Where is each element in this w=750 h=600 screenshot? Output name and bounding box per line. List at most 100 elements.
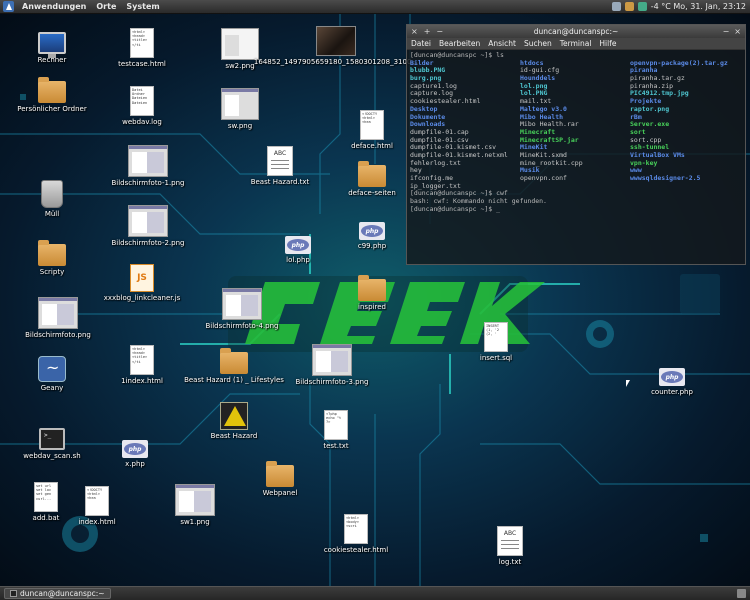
folder-icon [358, 161, 386, 187]
php-file-icon: php [359, 222, 385, 240]
desktop-icon-home-folder[interactable]: Persönlicher Ordner [14, 76, 90, 114]
desktop-icon-bildschirmfoto-1[interactable]: Bildschirmfoto-1.png [110, 145, 186, 188]
top-panel: Anwendungen Orte System -4 °C Mo, 31. Ja… [0, 0, 750, 14]
menu-applications[interactable]: Anwendungen [17, 2, 91, 11]
ls-entry: Server.exe [630, 120, 670, 129]
window-menu-icon[interactable]: × [411, 27, 418, 36]
desktop-icon-deface-html[interactable]: <!DOCTY <html> <hea deface.html [334, 110, 410, 151]
desktop-icon-bildschirmfoto[interactable]: Bildschirmfoto.png [20, 297, 96, 340]
image-thumbnail-icon [128, 145, 168, 177]
shell-script-icon: >_ [39, 428, 65, 450]
desktop-icon-bildschirmfoto-3[interactable]: Bildschirmfoto-3.png [294, 344, 370, 387]
image-thumbnail-icon [38, 297, 78, 329]
menu-hilfe[interactable]: Hilfe [595, 39, 620, 48]
maximize-plus-icon[interactable]: + [424, 27, 431, 36]
image-thumbnail-icon [222, 288, 262, 320]
system-tray: -4 °C Mo, 31. Jan, 23:12 [611, 2, 750, 11]
ls-entry: openvpn.conf [520, 174, 567, 182]
terminal-prompt-line: [duncan@duncanspc ~]$ ls [410, 51, 504, 59]
menu-suchen[interactable]: Suchen [520, 39, 556, 48]
menu-bearbeiten[interactable]: Bearbeiten [435, 39, 484, 48]
ls-entry: wwwsqldesigner-2.5 [630, 174, 701, 182]
terminal-title: duncan@duncanspc:~ [533, 27, 619, 36]
menu-places[interactable]: Orte [91, 2, 121, 11]
minimize-minus-icon[interactable]: − [436, 27, 443, 36]
desktop-icon-bildschirmfoto-2[interactable]: Bildschirmfoto-2.png [110, 205, 186, 248]
terminal-output[interactable]: [duncan@duncanspc ~]$ ls Bilder blubb.PNG… [407, 50, 745, 264]
panel-trash-icon[interactable] [737, 589, 746, 598]
desktop-icon-trash[interactable]: Müll [14, 180, 90, 219]
terminal-titlebar[interactable]: × + − duncan@duncanspc:~ − × [407, 25, 745, 38]
php-file-icon: php [285, 236, 311, 254]
folder-icon [266, 461, 294, 487]
taskbar-terminal-button[interactable]: duncan@duncanspc:~ [4, 588, 111, 599]
folder-icon [358, 275, 386, 301]
desktop-icon-testcase[interactable]: <html> <head> <title> </ti testcase.html [104, 28, 180, 69]
desktop-icon-index[interactable]: <!DOCTY <html> <hea index.html [59, 486, 135, 527]
geany-app-icon [38, 356, 66, 382]
network-icon[interactable] [611, 2, 621, 11]
html-file-icon: <html> <head> <title> </ti [130, 28, 154, 58]
text-file-icon: ABC [497, 526, 523, 556]
close-icon[interactable]: × [734, 27, 741, 36]
desktop-icon-webdav-scan[interactable]: >_ webdav_scan.sh [14, 422, 90, 461]
desktop-icon-sw1[interactable]: sw1.png [157, 484, 233, 527]
computer-icon [38, 32, 66, 58]
desktop-icon-xxxblog-js[interactable]: JS xxxblog_linkcleaner.js [104, 264, 180, 303]
desktop-icon-inspired[interactable]: inspired [334, 274, 410, 312]
menu-system[interactable]: System [121, 2, 164, 11]
desktop-icon-webdav-log[interactable]: Datei Ordner Dateien Dateien webdav.log [104, 86, 180, 127]
mouse-pointer-icon [626, 380, 630, 387]
desktop-icon-geany[interactable]: Geany [14, 356, 90, 393]
desktop-icon-beast-hazard-txt[interactable]: ABC Beast Hazard.txt [242, 146, 318, 187]
image-thumbnail-icon [175, 484, 215, 516]
desktop-icon-photo[interactable]: 164852_1497905659180_1580301208_3100... [254, 26, 418, 66]
distro-logo-icon[interactable] [3, 1, 14, 12]
terminal-menubar: Datei Bearbeiten Ansicht Suchen Terminal… [407, 38, 745, 50]
html-file-icon: <html> <head> <title> </ti [130, 345, 154, 375]
desktop-icon-sw[interactable]: sw.png [202, 88, 278, 131]
ls-column-1: Bilder blubb.PNG burg.png capture1.log captu… [410, 60, 520, 191]
text-file-icon: set url set loc set gen curl... [34, 482, 58, 512]
minimize-icon[interactable]: − [723, 27, 730, 36]
desktop-icon-deface-seiten[interactable]: deface-seiten [334, 160, 410, 198]
desktop-icon-bildschirmfoto-4[interactable]: Bildschirmfoto-4.png [204, 288, 280, 331]
desktop-icon-test-txt[interactable]: <?php echo "t ?> test.txt [298, 410, 374, 451]
desktop-icon-cookiestealer[interactable]: <html> <body> <scri cookiestealer.html [318, 514, 394, 555]
ls-column-3: openvpn-package(2).tar.gz piranha piranha.… [630, 60, 740, 191]
main-menu: Anwendungen Orte System [17, 0, 165, 14]
image-thumbnail-icon [128, 205, 168, 237]
desktop-icon-1index[interactable]: <html> <head> <title> </ti 1index.html [104, 345, 180, 386]
desktop-icon-insert-sql[interactable]: INSERT (1, '2 (2, ' insert.sql [458, 322, 534, 363]
taskbar-terminal-label: duncan@duncanspc:~ [20, 589, 105, 598]
desktop-icon-beast-hazard-app[interactable]: Beast Hazard [196, 402, 272, 441]
desktop-icon-webpanel[interactable]: Webpanel [242, 460, 318, 498]
terminal-window[interactable]: × + − duncan@duncanspc:~ − × Datei Bearb… [406, 24, 746, 265]
desktop-icon-beast-hazard-folder[interactable]: Beast Hazard (1) _ Lifestyles [184, 347, 284, 385]
html-file-icon: <html> <body> <scri [344, 514, 368, 544]
desktop-icon-c99-php[interactable]: php c99.php [334, 216, 410, 251]
ls-entry: vpn-key [630, 158, 658, 167]
folder-icon [38, 240, 66, 266]
desktop-icon-log-txt[interactable]: ABC log.txt [472, 526, 548, 567]
log-file-icon: Datei Ordner Dateien Dateien [130, 86, 154, 116]
desktop-icon-scripty[interactable]: Scripty [14, 239, 90, 277]
bottom-panel: duncan@duncanspc:~ [0, 586, 750, 600]
menu-datei[interactable]: Datei [407, 39, 435, 48]
volume-icon[interactable] [624, 2, 634, 11]
html-file-icon: <!DOCTY <html> <hea [360, 110, 384, 140]
menu-ansicht[interactable]: Ansicht [484, 39, 520, 48]
ls-entry: fehlerlog.txt [410, 158, 461, 167]
javascript-file-icon: JS [130, 264, 154, 292]
clock-weather-status[interactable]: -4 °C Mo, 31. Jan, 23:12 [651, 2, 746, 11]
desktop-icon-x-php[interactable]: php x.php [97, 434, 173, 469]
desktop-icon-counter-php[interactable]: php counter.php [634, 362, 710, 397]
menu-terminal[interactable]: Terminal [556, 39, 596, 48]
trash-icon [41, 180, 63, 208]
biohazard-app-icon [220, 402, 248, 430]
weather-icon[interactable] [637, 2, 647, 11]
desktop-icon-rechner[interactable]: Rechner [14, 28, 90, 65]
desktop-icon-lol-php[interactable]: php lol.php [260, 230, 336, 265]
image-thumbnail-icon [312, 344, 352, 376]
text-file-icon: ABC [267, 146, 293, 176]
